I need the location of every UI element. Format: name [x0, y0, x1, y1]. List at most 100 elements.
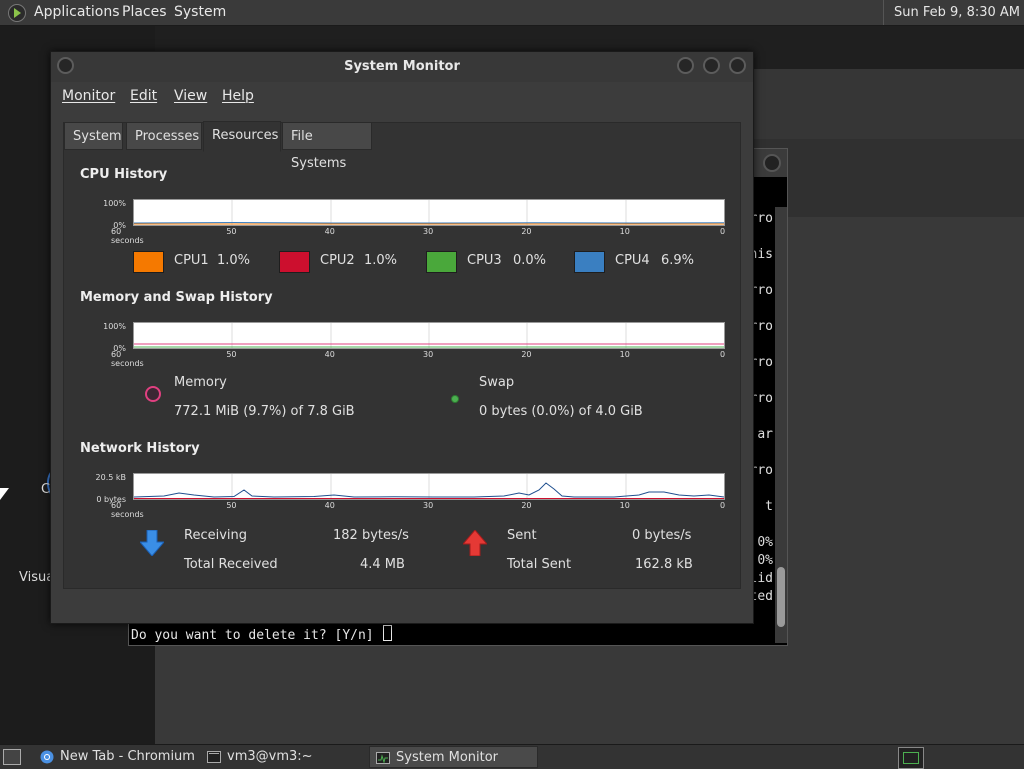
x-tick-label: 10	[619, 350, 630, 359]
tab-resources[interactable]: Resources	[203, 121, 281, 152]
window-title: System Monitor	[344, 59, 460, 74]
menu-edit[interactable]: Edit	[130, 88, 157, 104]
receiving-arrow-icon	[140, 530, 164, 556]
receiving-rate: 182 bytes/s	[333, 528, 409, 543]
cpu1-label: CPU1	[174, 253, 209, 268]
terminal-text: 0%	[757, 535, 773, 550]
sent-arrow-icon	[463, 530, 487, 556]
taskbar-item-label: System Monitor	[396, 750, 499, 765]
total-received-value: 4.4 MB	[360, 557, 405, 572]
sent-rate: 0 bytes/s	[632, 528, 692, 543]
close-icon[interactable]	[763, 154, 781, 172]
x-tick-label: 0	[720, 350, 726, 359]
receiving-label: Receiving	[184, 528, 248, 543]
x-tick-label: 20	[521, 350, 532, 359]
window-menu-icon[interactable]	[57, 57, 74, 74]
system-monitor-applet-icon[interactable]	[898, 747, 924, 769]
terminal-prompt[interactable]: Do you want to delete it? [Y/n]	[131, 625, 393, 643]
y-tick-label: 100%	[103, 199, 126, 208]
network-history-title: Network History	[80, 441, 200, 456]
cpu4-label: CPU4	[615, 253, 650, 268]
taskbar-item-terminal[interactable]: vm3@vm3:~	[201, 746, 367, 768]
x-tick-label: 50	[226, 227, 237, 236]
close-icon[interactable]	[729, 57, 746, 74]
cpu-history-graph	[133, 199, 725, 226]
sent-label: Sent	[507, 528, 537, 543]
cpu1-color-swatch[interactable]	[133, 251, 164, 273]
cpu2-color-swatch[interactable]	[279, 251, 310, 273]
x-tick-label: 50	[226, 501, 237, 510]
terminal-text: ar	[757, 427, 773, 442]
x-tick-label: 40	[324, 501, 335, 510]
tab-file-systems[interactable]: File Systems	[282, 122, 372, 171]
desktop-icon-label[interactable]: Visua	[19, 570, 54, 585]
memory-history-graph	[133, 322, 725, 349]
x-tick-label: 30	[423, 350, 434, 359]
cpu4-color-swatch[interactable]	[574, 251, 605, 273]
x-tick-label: 60 seconds	[111, 227, 144, 245]
applications-logo-icon[interactable]	[8, 4, 26, 22]
taskbar-item-label: vm3@vm3:~	[227, 749, 313, 764]
tab-processes[interactable]: Processes	[126, 122, 202, 150]
minimize-icon[interactable]	[677, 57, 694, 74]
x-tick-label: 40	[324, 227, 335, 236]
x-tick-label: 60 seconds	[111, 501, 144, 519]
taskbar-item-system-monitor[interactable]: System Monitor	[369, 746, 538, 768]
tab-system[interactable]: System	[64, 122, 123, 150]
menu-monitor[interactable]: Monitor	[62, 88, 115, 104]
terminal-scrollbar[interactable]	[775, 207, 787, 643]
taskbar-item-label: New Tab - Chromium	[60, 749, 195, 764]
system-monitor-icon	[376, 752, 390, 764]
x-tick-label: 20	[521, 227, 532, 236]
cpu3-label: CPU3	[467, 253, 502, 268]
x-tick-label: 30	[423, 501, 434, 510]
menubar: Monitor Edit View Help	[51, 82, 753, 112]
memory-pie-icon[interactable]	[145, 386, 161, 402]
network-history-graph	[133, 473, 725, 500]
chromium-icon	[40, 750, 54, 764]
y-tick-label: 100%	[103, 322, 126, 331]
x-tick-label: 20	[521, 501, 532, 510]
cpu3-value: 0.0%	[513, 253, 547, 268]
x-tick-label: 10	[619, 501, 630, 510]
x-tick-label: 0	[720, 501, 726, 510]
cpu4-value: 6.9%	[661, 253, 695, 268]
prompt-text: Do you want to delete it? [Y/n]	[131, 628, 382, 643]
swap-value: 0 bytes (0.0%) of 4.0 GiB	[479, 404, 643, 419]
x-tick-label: 0	[720, 227, 726, 236]
x-tick-label: 30	[423, 227, 434, 236]
swap-pie-icon[interactable]	[451, 395, 459, 403]
total-sent-value: 162.8 kB	[635, 557, 693, 572]
terminal-text: 0%	[757, 553, 773, 568]
resources-panel: System Processes Resources File Systems …	[63, 121, 741, 589]
y-tick-label: 20.5 kB	[95, 473, 126, 482]
bottom-panel: New Tab - Chromium vm3@vm3:~ System Moni…	[0, 744, 1024, 769]
memory-value: 772.1 MiB (9.7%) of 7.8 GiB	[174, 404, 355, 419]
cpu2-value: 1.0%	[364, 253, 398, 268]
terminal-icon	[207, 751, 221, 763]
menu-help[interactable]: Help	[222, 88, 254, 104]
top-panel: Applications Places System Sun Feb 9, 8:…	[0, 0, 1024, 26]
applications-menu[interactable]: Applications	[34, 0, 120, 25]
memory-label: Memory	[174, 375, 227, 390]
x-tick-label: 50	[226, 350, 237, 359]
total-received-label: Total Received	[184, 557, 278, 572]
maximize-icon[interactable]	[703, 57, 720, 74]
places-menu[interactable]: Places	[122, 0, 167, 25]
total-sent-label: Total Sent	[507, 557, 572, 572]
system-menu[interactable]: System	[174, 0, 226, 25]
show-desktop-icon[interactable]	[3, 749, 21, 765]
x-tick-label: 60 seconds	[111, 350, 144, 368]
clock[interactable]: Sun Feb 9, 8:30 AM	[883, 0, 1020, 25]
menu-view[interactable]: View	[174, 88, 207, 104]
memory-history-title: Memory and Swap History	[80, 290, 273, 305]
cpu2-label: CPU2	[320, 253, 355, 268]
window-titlebar[interactable]: System Monitor	[51, 52, 753, 82]
x-tick-label: 40	[324, 350, 335, 359]
text-cursor	[383, 625, 393, 641]
taskbar-item-chromium[interactable]: New Tab - Chromium	[34, 746, 200, 768]
system-monitor-window[interactable]: System Monitor Monitor Edit View Help Sy…	[50, 51, 754, 624]
desktop-icon-label[interactable]: C	[41, 482, 50, 497]
cpu3-color-swatch[interactable]	[426, 251, 457, 273]
scrollbar-thumb[interactable]	[777, 567, 785, 627]
